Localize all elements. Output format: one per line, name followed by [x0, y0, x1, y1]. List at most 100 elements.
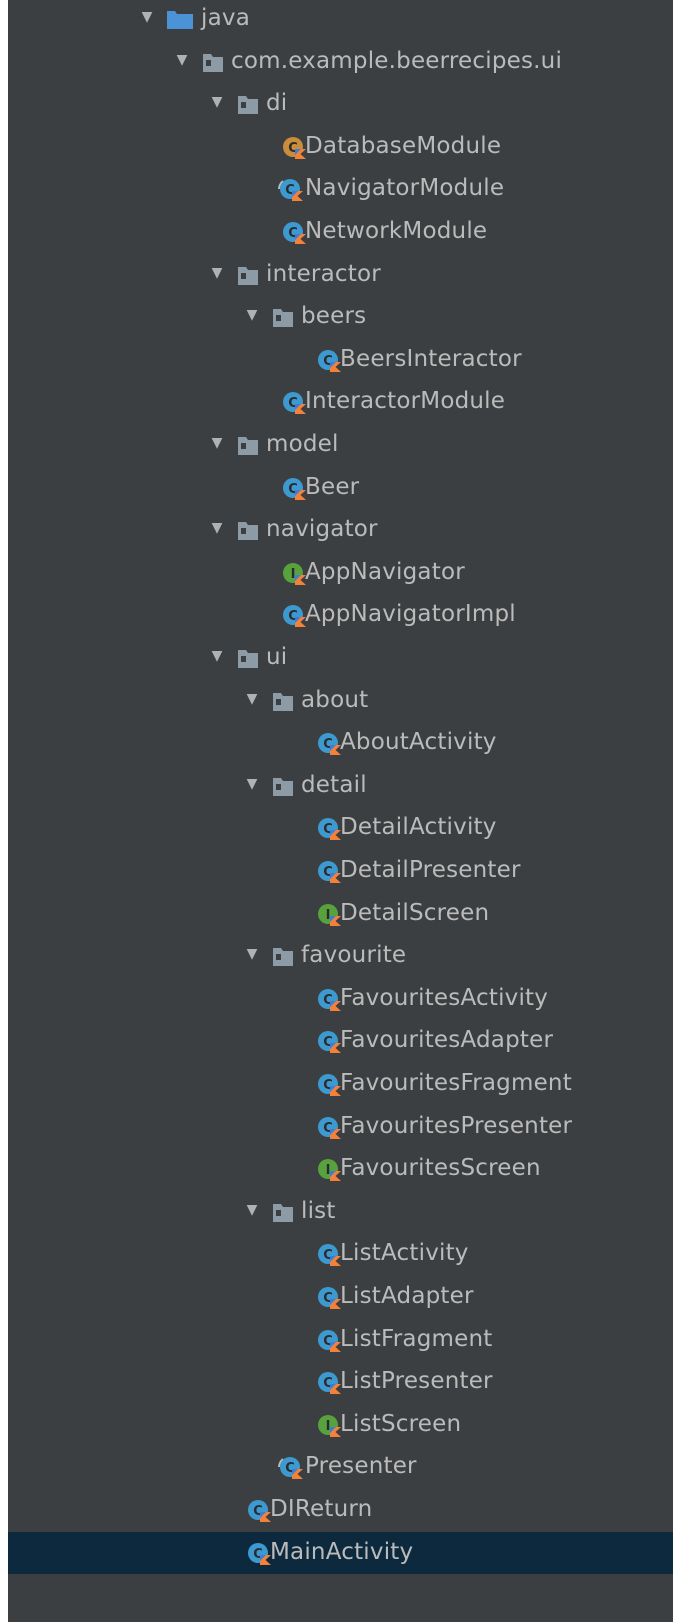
tree-row-interactor[interactable]: ▼ interactor: [8, 254, 673, 296]
tree-row-detail[interactable]: ▼ detail: [8, 765, 673, 807]
tree-row-favouritesactivity[interactable]: C FavouritesActivity: [8, 978, 673, 1020]
tree-node-label: com.example.beerrecipes.ui: [231, 47, 563, 74]
svg-text:I: I: [326, 908, 331, 923]
tree-node-label: AboutActivity: [340, 729, 497, 756]
tree-row-listfragment[interactable]: C ListFragment: [8, 1319, 673, 1361]
tree-row-appnavigator[interactable]: I AppNavigator: [8, 552, 673, 594]
tree-node-label: DIReturn: [270, 1496, 373, 1522]
tree-row-favourite[interactable]: ▼ favourite: [8, 935, 673, 977]
tree-node-label: list: [301, 1197, 336, 1224]
tree-node-label: Presenter: [305, 1453, 417, 1480]
tree-row-appnavigatorimpl[interactable]: C AppNavigatorImpl: [8, 594, 673, 636]
tree-node-label: ListAdapter: [340, 1283, 474, 1309]
tree-node-label: DetailScreen: [340, 899, 490, 926]
tree-node-label: interactor: [266, 260, 381, 287]
tree-node-label: ListActivity: [340, 1240, 469, 1267]
tree-row-favouritesscreen[interactable]: I FavouritesScreen: [8, 1148, 673, 1190]
tree-node-label: java: [201, 5, 250, 31]
tree-row-di[interactable]: ▼ di: [8, 83, 673, 125]
tree-node-label: FavouritesAdapter: [340, 1027, 554, 1054]
tree-row-beer[interactable]: C Beer: [8, 467, 673, 509]
svg-text:I: I: [326, 1163, 331, 1178]
svg-text:I: I: [326, 1419, 331, 1434]
tree-row-java[interactable]: ▼ java: [8, 0, 673, 40]
tree-row-about[interactable]: ▼ about: [8, 680, 673, 722]
tree-node-label: MainActivity: [270, 1538, 414, 1565]
tree-node-label: FavouritesScreen: [340, 1155, 541, 1182]
tree-node-label: DetailActivity: [340, 814, 497, 841]
tree-row-presenter[interactable]: C Presenter: [8, 1446, 673, 1488]
tree-node-label: InteractorModule: [305, 388, 506, 415]
tree-row-ui[interactable]: ▼ ui: [8, 637, 673, 679]
tree-row-navigator[interactable]: ▼ navigator: [8, 509, 673, 551]
tree-row-aboutactivity[interactable]: C AboutActivity: [8, 722, 673, 764]
svg-text:I: I: [291, 567, 296, 582]
expand-arrow-icon[interactable]: ▼: [139, 0, 155, 40]
tree-row-databasemodule[interactable]: C DatabaseModule: [8, 126, 673, 168]
tree-node-label: FavouritesActivity: [340, 984, 549, 1011]
tree-row-favouritesadapter[interactable]: C FavouritesAdapter: [8, 1020, 673, 1062]
tree-row-networkmodule[interactable]: C NetworkModule: [8, 211, 673, 253]
expand-arrow-icon[interactable]: ▼: [244, 1191, 260, 1233]
tree-node-label: DetailPresenter: [340, 857, 521, 883]
tree-node-label: favourite: [301, 942, 407, 969]
package-icon: [236, 254, 266, 296]
expand-arrow-icon[interactable]: ▼: [244, 680, 260, 722]
package-icon: [236, 509, 266, 551]
tree-node-label: DatabaseModule: [305, 132, 502, 159]
tree-row-com-example-beerrecipes-ui[interactable]: ▼ com.example.beerrecipes.ui: [8, 41, 673, 83]
tree-row-mainactivity[interactable]: C MainActivity: [8, 1531, 673, 1574]
package-icon: [271, 1191, 301, 1233]
expand-arrow-icon[interactable]: ▼: [244, 296, 260, 338]
tree-node-label: BeersInteractor: [340, 345, 522, 372]
tree-row-detailscreen[interactable]: I DetailScreen: [8, 893, 673, 935]
expand-arrow-icon[interactable]: ▼: [209, 509, 225, 551]
left-panel-edge: [0, 0, 8, 1622]
tree-row-interactormodule[interactable]: C InteractorModule: [8, 381, 673, 423]
tree-row-listactivity[interactable]: C ListActivity: [8, 1233, 673, 1275]
expand-arrow-icon[interactable]: ▼: [209, 637, 225, 679]
tree-node-label: NavigatorModule: [305, 175, 505, 202]
tree-row-listscreen[interactable]: I ListScreen: [8, 1404, 673, 1446]
tree-row-navigatormodule[interactable]: C NavigatorModule: [8, 168, 673, 210]
expand-arrow-icon[interactable]: ▼: [209, 424, 225, 466]
tree-node-label: FavouritesFragment: [340, 1070, 572, 1096]
tree-row-favouritesfragment[interactable]: C FavouritesFragment: [8, 1063, 673, 1105]
package-icon: [201, 41, 231, 83]
package-icon: [271, 765, 301, 807]
tree-node-label: Beer: [305, 473, 360, 500]
package-icon: [271, 935, 301, 977]
expand-arrow-icon[interactable]: ▼: [209, 254, 225, 296]
expand-arrow-icon[interactable]: ▼: [244, 935, 260, 977]
tree-row-list[interactable]: ▼ list: [8, 1191, 673, 1233]
expand-arrow-icon[interactable]: ▼: [174, 41, 190, 83]
tree-row-listadapter[interactable]: C ListAdapter: [8, 1276, 673, 1318]
package-icon: [236, 637, 266, 679]
tree-row-detailpresenter[interactable]: C DetailPresenter: [8, 850, 673, 892]
package-icon: [271, 296, 301, 338]
tree-node-label: ui: [266, 644, 288, 670]
tree-node-label: AppNavigatorImpl: [305, 601, 516, 628]
tree-node-label: FavouritesPresenter: [340, 1112, 573, 1139]
kotlin-abstract-class-icon: C: [276, 168, 306, 210]
expand-arrow-icon[interactable]: ▼: [209, 83, 225, 125]
tree-node-label: beers: [301, 303, 367, 330]
tree-node-label: ListPresenter: [340, 1368, 493, 1395]
tree-row-beersinteractor[interactable]: C BeersInteractor: [8, 339, 673, 381]
tree-row-model[interactable]: ▼ model: [8, 424, 673, 466]
tree-node-label: detail: [301, 771, 367, 798]
tree-row-direturn[interactable]: C DIReturn: [8, 1489, 673, 1531]
package-icon: [236, 424, 266, 466]
tree-node-label: di: [266, 90, 288, 117]
tree-row-listpresenter[interactable]: C ListPresenter: [8, 1361, 673, 1403]
tree-row-detailactivity[interactable]: C DetailActivity: [8, 807, 673, 849]
source-folder-icon: [165, 0, 195, 40]
tree-row-favouritespresenter[interactable]: C FavouritesPresenter: [8, 1106, 673, 1148]
tree-row-beers[interactable]: ▼ beers: [8, 296, 673, 338]
package-icon: [271, 680, 301, 722]
project-tree: ▼ java ▼ com.example.beerrecipes.ui ▼ di C Data…: [0, 0, 683, 1622]
expand-arrow-icon[interactable]: ▼: [244, 765, 260, 807]
right-panel-edge: [673, 0, 683, 1622]
kotlin-abstract-class-icon: C: [276, 1446, 306, 1488]
tree-node-label: ListScreen: [340, 1410, 462, 1437]
